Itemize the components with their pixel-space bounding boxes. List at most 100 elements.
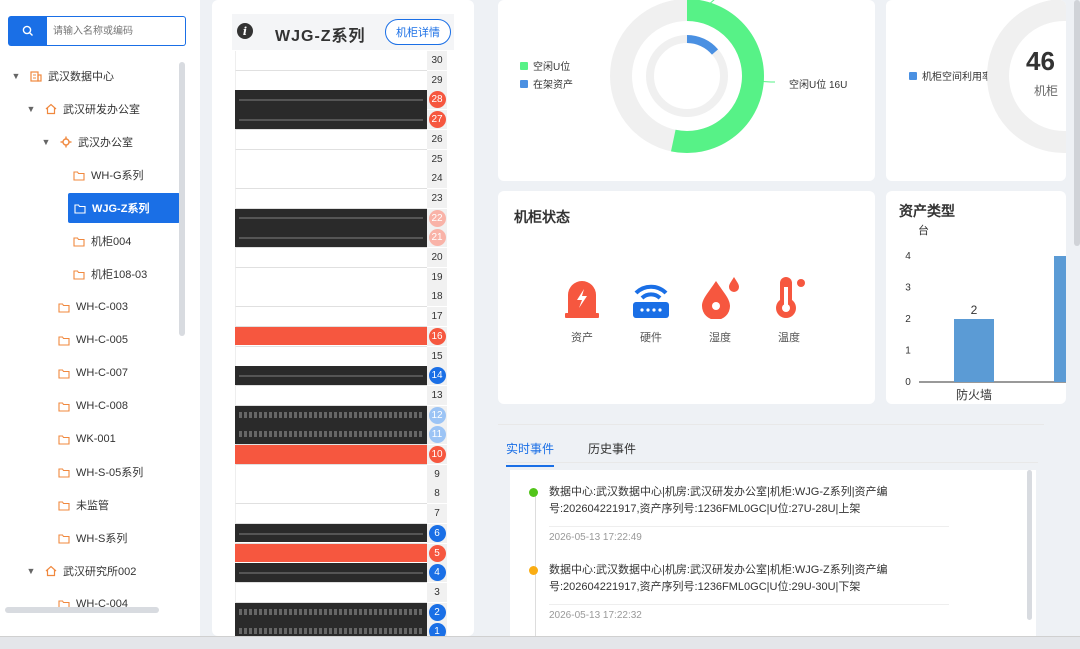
rack-device-alarm[interactable] — [235, 543, 427, 563]
tree-item[interactable]: WH-S系列 — [58, 524, 127, 552]
unit-badge: 10 — [428, 446, 446, 463]
rack-device[interactable] — [235, 523, 427, 543]
folder-icon — [74, 203, 86, 214]
rack-device[interactable] — [235, 563, 427, 582]
status-asset[interactable]: 资产 — [557, 275, 607, 345]
unit-label: 30 — [431, 55, 443, 66]
tree-vertical-scrollbar[interactable] — [179, 62, 185, 336]
rack-device[interactable] — [235, 405, 427, 444]
tree-item[interactable]: WK-001 — [58, 425, 116, 453]
y-tick-label: 1 — [905, 346, 911, 357]
tree-item[interactable]: WH-C-007 — [58, 359, 128, 387]
status-humidity[interactable]: 湿度 — [695, 275, 745, 345]
event-time: 2026-05-13 17:22:49 — [549, 532, 642, 543]
rack-device[interactable] — [235, 90, 427, 129]
status-temperature[interactable]: 温度 — [764, 275, 814, 345]
rack-detail-button[interactable]: 机柜详情 — [385, 19, 451, 45]
rack-slot[interactable] — [235, 267, 427, 288]
rack-unit-number: 14 — [427, 366, 447, 386]
tree-item[interactable]: ▼ 武汉研究所002 — [25, 557, 136, 585]
tree-item[interactable]: ▼ 武汉办公室 — [40, 128, 133, 156]
cabinet-status-card: 机柜状态 资产 硬件 湿度 温度 — [498, 191, 875, 404]
search-input[interactable] — [47, 16, 186, 46]
tree-item[interactable]: 未监管 — [58, 491, 109, 519]
rack-slot[interactable] — [235, 484, 427, 505]
rack-slot[interactable] — [235, 51, 427, 71]
tree-item[interactable]: ▼ 武汉数据中心 — [10, 62, 114, 90]
folder-icon — [73, 236, 85, 247]
tree-item-label: WH-C-007 — [76, 367, 128, 379]
tree-horizontal-scrollbar[interactable] — [5, 607, 159, 613]
rack-slot[interactable] — [235, 188, 427, 209]
tree-item[interactable]: WJG-Z系列 — [68, 193, 180, 223]
rack-slot[interactable] — [235, 248, 427, 268]
unit-label: 17 — [431, 311, 443, 323]
search-button[interactable] — [8, 16, 47, 46]
event-scrollbar[interactable] — [1027, 470, 1032, 620]
rack-slot[interactable] — [235, 129, 427, 150]
tree-item-label: WK-001 — [76, 433, 116, 445]
rack-slot[interactable] — [235, 582, 427, 603]
expand-arrow-icon[interactable]: ▼ — [25, 566, 37, 576]
tree-item-label: WH-G系列 — [91, 170, 144, 182]
tree-item[interactable]: ▼ 武汉研发办公室 — [25, 95, 140, 123]
folder-icon — [58, 434, 70, 445]
unit-label: 29 — [431, 74, 443, 86]
rack-slot[interactable] — [235, 287, 427, 308]
tree-item-label: 武汉研发办公室 — [63, 104, 140, 116]
device-panel-line — [239, 411, 423, 418]
tree-item[interactable]: WH-C-005 — [58, 326, 128, 354]
rack-slot[interactable] — [235, 149, 427, 170]
rack-unit-number: 10 — [427, 445, 447, 464]
rack-device-alarm[interactable] — [235, 445, 427, 464]
expand-arrow-icon[interactable]: ▼ — [25, 104, 37, 114]
alarm-icon — [565, 281, 599, 318]
rack-slot[interactable] — [235, 307, 427, 328]
tree-item-label: 武汉办公室 — [78, 137, 133, 149]
event-separator — [549, 526, 949, 527]
tree-item[interactable]: 机柜108-03 — [73, 260, 147, 288]
y-tick-label: 0 — [905, 377, 911, 388]
rack-device-alarm[interactable] — [235, 326, 427, 346]
status-label: 湿度 — [709, 332, 731, 344]
tree-item[interactable]: WH-S-05系列 — [58, 458, 143, 486]
folder-icon — [73, 269, 85, 280]
rack-slot[interactable] — [235, 346, 427, 367]
rack-slot[interactable] — [235, 385, 427, 406]
unit-label: 13 — [431, 389, 443, 401]
home-icon — [45, 565, 57, 577]
tree-item[interactable]: WH-C-004 — [58, 590, 128, 618]
tree-item-label: WJG-Z系列 — [92, 203, 150, 215]
rack-device[interactable] — [235, 208, 427, 247]
expand-arrow-icon[interactable]: ▼ — [10, 71, 22, 81]
rack-slot[interactable] — [235, 504, 427, 525]
tree-item[interactable]: WH-C-003 — [58, 293, 128, 321]
tree-item[interactable]: 机柜004 — [73, 227, 131, 255]
event-text: 数据中心:武汉数据中心|机房:武汉研发办公室|机柜:WJG-Z系列|资产编号:2… — [549, 564, 888, 593]
folder-icon — [58, 302, 70, 313]
rack-unit-number: 26 — [427, 129, 447, 149]
tree-item[interactable]: WH-C-008 — [58, 392, 128, 420]
expand-arrow-icon[interactable]: ▼ — [40, 137, 52, 147]
info-icon[interactable]: i — [237, 23, 253, 39]
page-scrollbar[interactable] — [1074, 0, 1080, 246]
unit-label: 26 — [431, 133, 443, 145]
gear-icon — [60, 136, 72, 148]
unit-label: 19 — [431, 271, 443, 283]
rack-device[interactable] — [235, 366, 427, 385]
folder-icon — [58, 401, 70, 412]
rack-slot[interactable] — [235, 70, 427, 91]
unit-badge: 14 — [428, 367, 446, 385]
rack-slot[interactable] — [235, 464, 427, 485]
rack-unit-number: 16 — [427, 326, 447, 346]
utilization-subtext: 机柜 — [1034, 84, 1059, 98]
rack-unit-number: 15 — [427, 346, 447, 366]
rack-header: i WJG-Z系列 机柜详情 — [232, 14, 454, 50]
tree-item[interactable]: WH-G系列 — [73, 161, 144, 189]
tree-item-label: WH-C-005 — [76, 334, 128, 346]
asset-type-card: 资产类型 台 0 1 2 3 4 2 防火墙 — [886, 191, 1066, 404]
status-hardware[interactable]: 硬件 — [626, 275, 676, 345]
unit-label: 7 — [434, 508, 440, 520]
tree-item-label: WH-C-008 — [76, 400, 128, 412]
rack-slot[interactable] — [235, 169, 427, 190]
